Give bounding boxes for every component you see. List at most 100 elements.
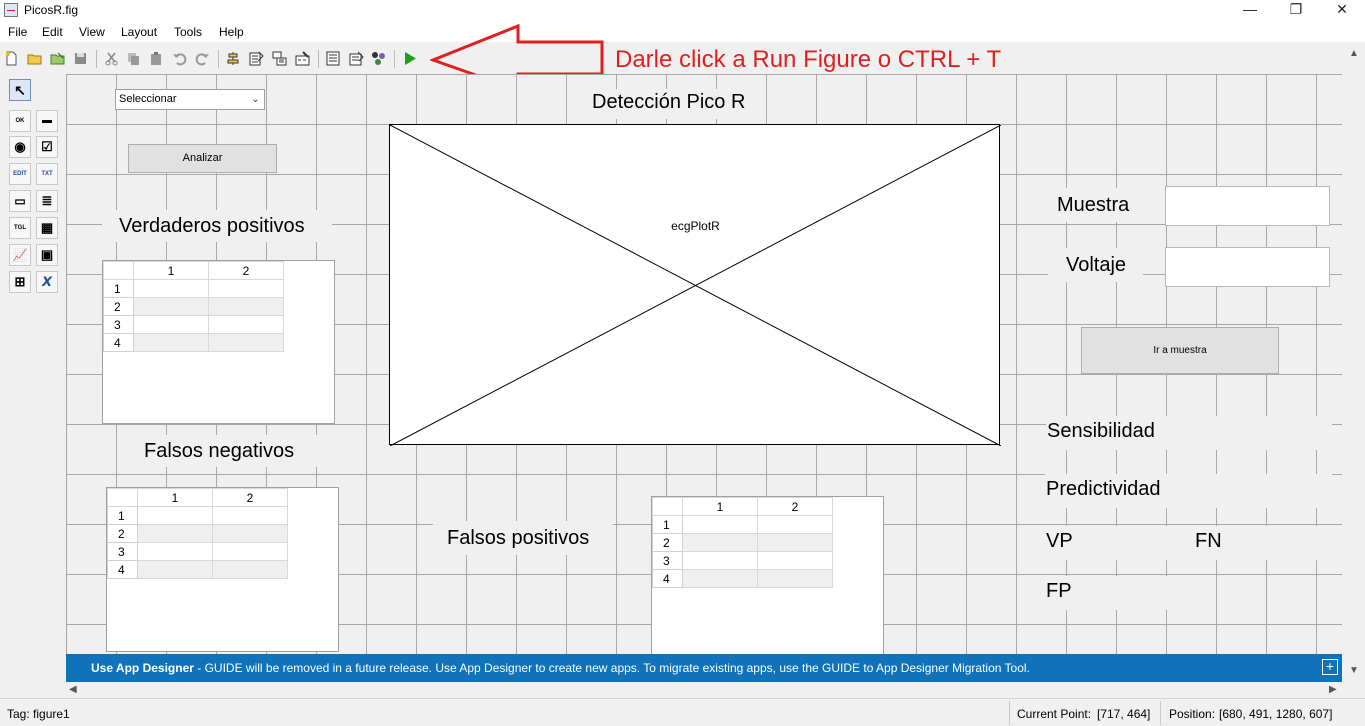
menu-view[interactable]: View [79, 25, 105, 39]
palette-slider[interactable]: ▬ [36, 110, 58, 132]
save-icon[interactable] [73, 51, 88, 66]
cut-icon[interactable] [104, 51, 119, 66]
menu-editor-icon[interactable] [249, 51, 264, 66]
ecg-axes[interactable]: ecgPlotR [389, 124, 1001, 446]
horizontal-scrollbar[interactable]: ◀ ▶ [66, 682, 1342, 698]
copy-icon[interactable] [126, 51, 141, 66]
menu-tools[interactable]: Tools [174, 25, 202, 39]
table-cell[interactable] [212, 560, 288, 579]
vertical-scrollbar[interactable]: ▲ ▼ [1342, 42, 1365, 682]
new-file-icon[interactable] [4, 51, 19, 66]
table-cell[interactable] [133, 297, 209, 316]
table-cell[interactable] [208, 315, 284, 334]
run-figure-icon[interactable] [402, 51, 417, 66]
table-cell[interactable] [208, 297, 284, 316]
voltaje-label[interactable]: Voltaje [1048, 248, 1143, 282]
scroll-up-icon[interactable]: ▲ [1349, 48, 1359, 59]
table-cell[interactable] [137, 560, 213, 579]
palette-checkbox[interactable]: ☑ [36, 136, 58, 158]
table-cell[interactable] [133, 333, 209, 352]
muestra-input[interactable] [1165, 186, 1330, 226]
table-cell[interactable] [757, 551, 833, 570]
table-cell[interactable] [133, 315, 209, 334]
palette-edit-text[interactable]: EDIT [9, 163, 31, 185]
table-cell[interactable] [757, 515, 833, 534]
property-inspector-icon[interactable] [349, 51, 364, 66]
editor-icon[interactable] [326, 51, 341, 66]
verdaderos-positivos-label[interactable]: Verdaderos positivos [102, 210, 332, 242]
menu-file[interactable]: File [8, 25, 27, 39]
ir-a-muestra-button[interactable]: Ir a muestra [1081, 327, 1279, 374]
table-cell[interactable] [212, 506, 288, 525]
table-cell[interactable] [133, 279, 209, 298]
scroll-left-icon[interactable]: ◀ [69, 684, 77, 695]
falsos-positivos-table[interactable]: 12 1 2 3 4 [651, 496, 884, 654]
redo-icon[interactable] [195, 51, 210, 66]
fp-label[interactable]: FP [1045, 576, 1169, 610]
palette-listbox[interactable]: ≣ [36, 190, 58, 212]
open-folder-icon[interactable] [27, 51, 42, 66]
falsos-negativos-label[interactable]: Falsos negativos [128, 435, 318, 467]
table-cell[interactable] [757, 533, 833, 552]
save-as-icon[interactable] [50, 51, 65, 66]
palette-panel[interactable]: ▣ [36, 244, 58, 266]
table-cell[interactable] [212, 542, 288, 561]
palette-axes[interactable]: 📈 [9, 244, 31, 266]
palette-static-text[interactable]: TXT [36, 163, 58, 185]
table-cell[interactable] [137, 542, 213, 561]
banner-text: Use App Designer - GUIDE will be removed… [91, 661, 1030, 675]
analizar-button[interactable]: Analizar [128, 144, 277, 173]
title-bar: PicosR.fig — ❐ ✕ [0, 0, 1365, 22]
table-cell[interactable] [212, 524, 288, 543]
undo-icon[interactable] [172, 51, 187, 66]
menu-edit[interactable]: Edit [42, 25, 63, 39]
palette-toggle-button[interactable]: TGL [9, 217, 31, 239]
expand-banner-icon[interactable]: + [1322, 659, 1338, 675]
vp-label[interactable]: VP [1045, 526, 1169, 560]
table-cell[interactable] [682, 533, 758, 552]
palette-push-button[interactable]: OK [9, 110, 31, 132]
menu-help[interactable]: Help [219, 25, 244, 39]
toolbar-separator [318, 50, 319, 68]
status-tag: Tag: figure1 [7, 707, 70, 721]
selection-popup-menu[interactable]: Seleccionar ⌄ [115, 89, 265, 110]
palette-popup-menu[interactable]: ▭ [9, 190, 31, 212]
table-cell[interactable] [682, 515, 758, 534]
object-browser-icon[interactable] [371, 51, 386, 66]
align-objects-icon[interactable] [226, 51, 241, 66]
menu-layout[interactable]: Layout [121, 25, 157, 39]
title-label[interactable]: Detección Pico R [585, 89, 753, 119]
table-cell[interactable] [682, 569, 758, 588]
table-cell[interactable] [682, 551, 758, 570]
scroll-right-icon[interactable]: ▶ [1329, 684, 1337, 695]
voltaje-input[interactable] [1165, 247, 1330, 287]
toolbar-separator [218, 50, 219, 68]
palette-radio-button[interactable]: ◉ [9, 136, 31, 158]
sensibilidad-label[interactable]: Sensibilidad [1046, 416, 1332, 450]
palette-activex-control[interactable]: 𝙓 [36, 271, 58, 293]
falsos-positivos-label[interactable]: Falsos positivos [433, 521, 613, 555]
restore-button[interactable]: ❐ [1273, 0, 1319, 22]
muestra-label[interactable]: Muestra [1048, 188, 1143, 222]
minimize-button[interactable]: — [1227, 0, 1273, 22]
predictividad-label[interactable]: Predictividad [1045, 474, 1332, 508]
close-button[interactable]: ✕ [1319, 0, 1365, 22]
palette-table[interactable]: ▦ [36, 217, 58, 239]
falsos-negativos-table[interactable]: 12 1 2 3 4 [106, 487, 339, 652]
chevron-down-icon[interactable]: ⌄ [247, 90, 264, 109]
verdaderos-positivos-table[interactable]: 12 1 2 3 4 [102, 260, 335, 424]
table-row-header: 4 [107, 560, 138, 579]
palette-select-tool[interactable]: ↖ [9, 79, 31, 101]
table-cell[interactable] [757, 569, 833, 588]
scroll-down-icon[interactable]: ▼ [1349, 665, 1359, 676]
paste-icon[interactable] [149, 51, 164, 66]
palette-button-group[interactable]: ⊞ [9, 271, 31, 293]
table-cell[interactable] [208, 279, 284, 298]
table-cell[interactable] [137, 524, 213, 543]
fn-label[interactable]: FN [1194, 526, 1332, 560]
layout-canvas[interactable]: Seleccionar ⌄ Analizar Detección Pico R … [66, 74, 1342, 654]
toolbar-editor-icon[interactable] [295, 51, 310, 66]
tab-order-editor-icon[interactable] [272, 51, 287, 66]
table-cell[interactable] [208, 333, 284, 352]
table-cell[interactable] [137, 506, 213, 525]
